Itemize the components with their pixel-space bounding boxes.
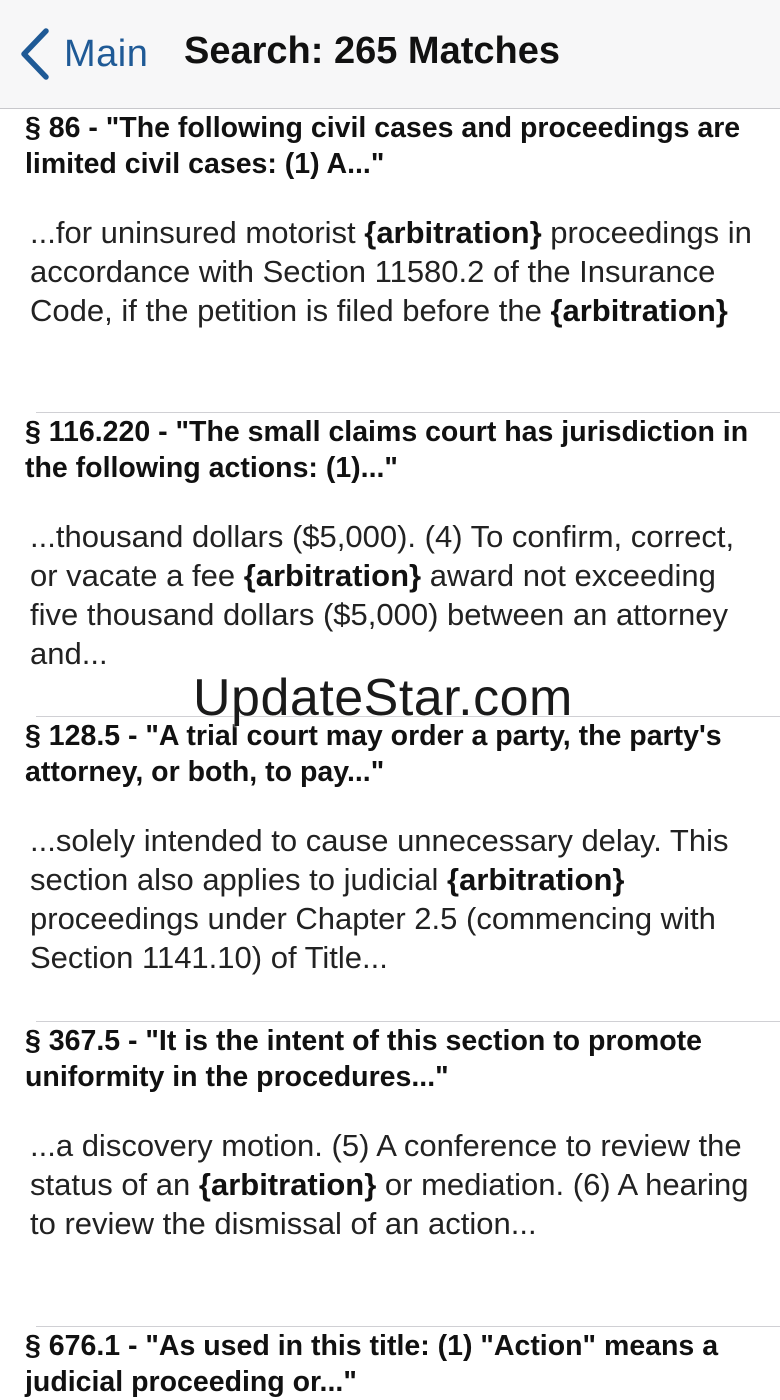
result-heading: § 116.220 - "The small claims court has … xyxy=(25,416,749,484)
row-separator xyxy=(36,1326,780,1327)
row-separator xyxy=(36,716,780,717)
result-excerpt: ...for uninsured motorist {arbitration} … xyxy=(0,213,780,330)
search-term-highlight: {arbitration} xyxy=(364,215,542,250)
result-heading: § 86 - "The following civil cases and pr… xyxy=(25,112,741,180)
back-button-label: Main xyxy=(64,32,149,75)
result-heading: § 676.1 - "As used in this title: (1) "A… xyxy=(25,1330,719,1398)
back-button[interactable]: Main xyxy=(18,26,148,82)
row-separator xyxy=(36,1021,780,1022)
result-excerpt: ...thousand dollars ($5,000). (4) To con… xyxy=(0,517,780,673)
search-term-highlight: {arbitration} xyxy=(198,1167,377,1202)
search-term-highlight: {arbitration} xyxy=(243,558,422,593)
excerpt-text: ...for uninsured motorist xyxy=(30,215,365,250)
chevron-left-icon xyxy=(21,28,49,80)
result-row[interactable]: § 367.5 - "It is the intent of this sect… xyxy=(0,1023,780,1243)
result-row[interactable]: § 128.5 - "A trial court may order a par… xyxy=(0,718,780,977)
result-row[interactable]: § 676.1 - "As used in this title: (1) "A… xyxy=(0,1328,780,1400)
search-term-highlight: {arbitration} xyxy=(447,862,625,897)
row-separator xyxy=(36,412,780,413)
excerpt-text: proceedings under Chapter 2.5 (commencin… xyxy=(30,901,716,975)
result-excerpt: ...solely intended to cause unnecessary … xyxy=(0,821,780,977)
result-heading: § 367.5 - "It is the intent of this sect… xyxy=(25,1025,703,1093)
search-term-highlight: {arbitration} xyxy=(550,293,728,328)
result-row[interactable]: § 116.220 - "The small claims court has … xyxy=(0,414,780,673)
page-title: Search: 265 Matches xyxy=(184,30,560,72)
result-row[interactable]: § 86 - "The following civil cases and pr… xyxy=(0,109,780,330)
result-heading: § 128.5 - "A trial court may order a par… xyxy=(25,720,722,788)
navigation-bar: Main Search: 265 Matches xyxy=(0,0,780,109)
result-excerpt: ...a discovery motion. (5) A conference … xyxy=(0,1126,780,1243)
